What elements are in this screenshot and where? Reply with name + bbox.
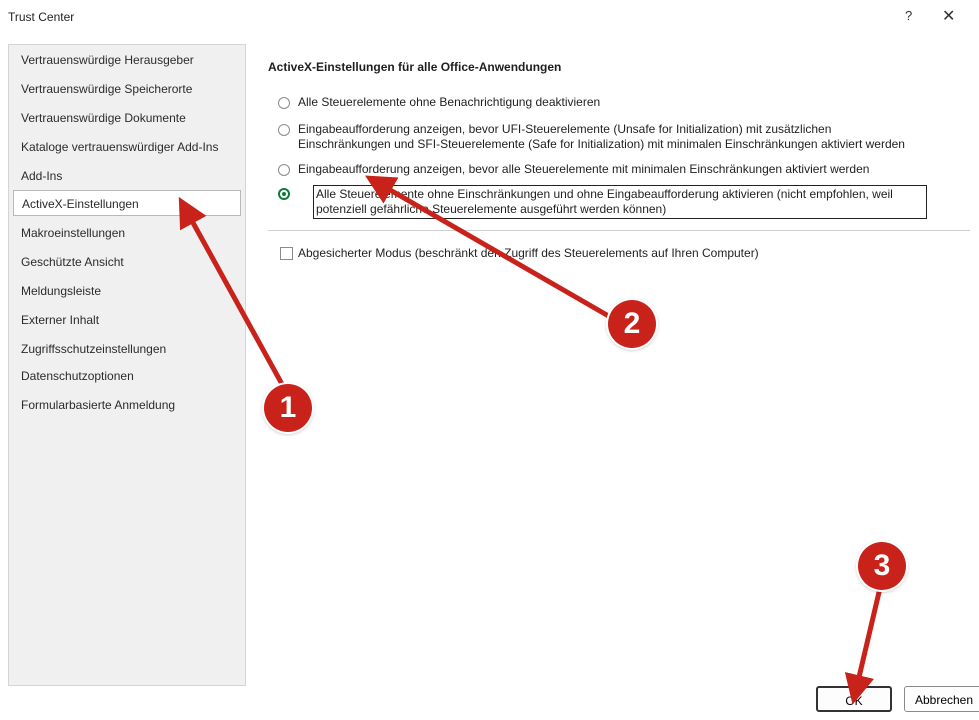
window-title: Trust Center bbox=[8, 10, 75, 24]
sidebar-item-macro-settings[interactable]: Makroeinstellungen bbox=[13, 220, 241, 246]
sidebar-item-message-bar[interactable]: Meldungsleiste bbox=[13, 278, 241, 304]
sidebar-item-privacy-options[interactable]: Datenschutzoptionen bbox=[13, 363, 241, 389]
radio-disable-all[interactable] bbox=[278, 97, 290, 109]
sidebar-item-protected-view[interactable]: Geschützte Ansicht bbox=[13, 249, 241, 275]
sidebar-nav: Vertrauenswürdige Herausgeber Vertrauens… bbox=[8, 44, 246, 686]
ok-button[interactable]: OK bbox=[816, 686, 892, 712]
annotation-badge-3: 3 bbox=[858, 542, 906, 590]
sidebar-item-file-block-settings[interactable]: Zugriffsschutzeinstellungen bbox=[13, 336, 241, 362]
safe-mode-checkbox[interactable] bbox=[280, 247, 293, 260]
option-prompt-ufi-sfi-label: Eingabeaufforderung anzeigen, bevor UFI-… bbox=[298, 122, 905, 151]
sidebar-item-trusted-documents[interactable]: Vertrauenswürdige Dokumente bbox=[13, 105, 241, 131]
title-bar: Trust Center ? ✕ bbox=[0, 0, 979, 34]
option-disable-all-label: Alle Steuerelemente ohne Benachrichtigun… bbox=[298, 95, 601, 109]
cancel-button[interactable]: Abbrechen bbox=[904, 686, 979, 712]
sidebar-item-trusted-locations[interactable]: Vertrauenswürdige Speicherorte bbox=[13, 76, 241, 102]
close-icon[interactable]: ✕ bbox=[942, 6, 955, 26]
radio-enable-all[interactable] bbox=[278, 188, 290, 200]
radio-prompt-ufi-sfi[interactable] bbox=[278, 124, 290, 136]
safe-mode-label: Abgesicherter Modus (beschränkt den Zugr… bbox=[298, 246, 759, 260]
sidebar-item-external-content[interactable]: Externer Inhalt bbox=[13, 307, 241, 333]
annotation-badge-1: 1 bbox=[264, 384, 312, 432]
sidebar-item-trusted-addin-catalogs[interactable]: Kataloge vertrauenswürdiger Add-Ins bbox=[13, 134, 241, 160]
sidebar-item-trusted-publishers[interactable]: Vertrauenswürdige Herausgeber bbox=[13, 47, 241, 73]
annotation-badge-2: 2 bbox=[608, 300, 656, 348]
section-title: ActiveX-Einstellungen für alle Office-An… bbox=[268, 60, 562, 74]
option-enable-all-label: Alle Steuerelemente ohne Einschränkungen… bbox=[316, 187, 893, 216]
option-prompt-all-label: Eingabeaufforderung anzeigen, bevor alle… bbox=[298, 162, 870, 176]
sidebar-item-activex-settings[interactable]: ActiveX-Einstellungen bbox=[13, 190, 241, 216]
activex-settings-panel: ActiveX-Einstellungen für alle Office-An… bbox=[258, 44, 973, 684]
help-button[interactable]: ? bbox=[905, 8, 912, 23]
section-divider bbox=[268, 230, 970, 231]
sidebar-item-form-based-signin[interactable]: Formularbasierte Anmeldung bbox=[13, 392, 241, 418]
radio-prompt-all[interactable] bbox=[278, 164, 290, 176]
trust-center-dialog: Trust Center ? ✕ Vertrauenswürdige Herau… bbox=[0, 0, 979, 720]
sidebar-item-addins[interactable]: Add-Ins bbox=[13, 163, 241, 189]
